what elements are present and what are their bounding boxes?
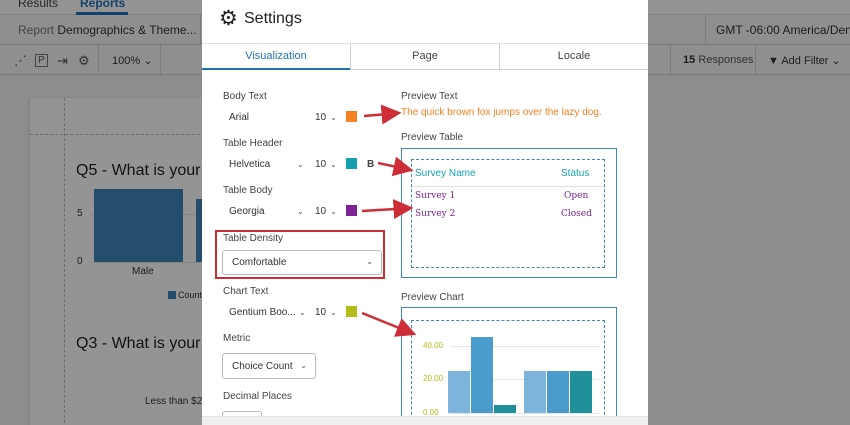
chevron-down-icon: ⌄ — [297, 207, 304, 216]
chart-bar — [547, 371, 569, 413]
table-body-size-select[interactable]: 10 ⌄ — [315, 206, 337, 217]
preview-table-cell: Closed — [561, 209, 592, 219]
body-text-font-select[interactable]: Arial — [229, 112, 299, 123]
chevron-down-icon: ⌄ — [297, 160, 304, 169]
callout-arrow — [363, 104, 402, 125]
preview-table-header: Status — [561, 168, 590, 179]
preview-text-label: Preview Text — [401, 91, 458, 102]
chevron-down-icon: ⌄ — [366, 257, 373, 266]
chart-text-label: Chart Text — [223, 286, 269, 297]
modal-title: Settings — [244, 10, 302, 27]
chart-text-size-select[interactable]: 10 ⌄ — [315, 307, 337, 318]
settings-modal: ⚙ Settings Visualization Page Locale Bod… — [202, 0, 648, 425]
settings-tabs: Visualization Page Locale — [202, 44, 648, 70]
tab-page[interactable]: Page — [351, 44, 499, 70]
preview-table-cell: Open — [564, 191, 589, 201]
modal-header: ⚙ Settings — [202, 0, 648, 44]
preview-table: Survey Name Status Survey 1 Open Survey … — [401, 148, 617, 278]
chevron-down-icon: ⌄ — [330, 113, 337, 122]
preview-chart-label: Preview Chart — [401, 292, 464, 303]
tab-locale[interactable]: Locale — [500, 44, 648, 70]
table-header-label: Table Header — [223, 138, 283, 149]
chevron-down-icon: ⌄ — [330, 308, 337, 317]
chart-y-tick-label: 40.00 — [423, 340, 444, 350]
metric-label: Metric — [223, 333, 251, 344]
chart-gridline — [450, 413, 600, 414]
table-header-font-select[interactable]: Helvetica ⌄ — [229, 159, 304, 170]
table-density-select[interactable]: Comfortable ⌄ — [222, 250, 382, 275]
table-density-value: Comfortable — [232, 257, 287, 268]
metric-value: Choice Count — [232, 361, 293, 372]
table-body-font-select[interactable]: Georgia ⌄ — [229, 206, 304, 217]
chart-bar — [471, 337, 493, 413]
chart-bar — [570, 371, 592, 413]
preview-chart: 0.0020.0040.00Group 1Group 2 — [401, 307, 617, 425]
table-body-color-swatch[interactable] — [346, 205, 357, 216]
chart-text-font-select[interactable]: Gentium Boo... ⌄ — [229, 307, 307, 318]
body-text-label: Body Text — [223, 91, 267, 102]
body-text-size-select[interactable]: 10 ⌄ — [315, 112, 337, 123]
body-text-color-swatch[interactable] — [346, 111, 357, 122]
chevron-down-icon: ⌄ — [299, 308, 306, 317]
chart-bar — [448, 371, 470, 413]
divider — [412, 186, 604, 187]
chevron-down-icon: ⌄ — [300, 361, 307, 370]
chart-y-tick-label: 20.00 — [423, 374, 444, 384]
preview-table-header: Survey Name — [415, 168, 476, 179]
table-body-label: Table Body — [223, 185, 273, 196]
bold-toggle[interactable]: B — [367, 159, 374, 170]
chevron-down-icon: ⌄ — [330, 160, 337, 169]
metric-select[interactable]: Choice Count ⌄ — [222, 353, 316, 379]
table-density-label: Table Density — [223, 233, 284, 244]
chart-text-color-swatch[interactable] — [346, 306, 357, 317]
tab-visualization[interactable]: Visualization — [202, 44, 350, 70]
chart-bar — [524, 371, 546, 413]
decimal-places-label: Decimal Places — [223, 391, 292, 402]
preview-text-sample: The quick brown fox jumps over the lazy … — [401, 107, 602, 118]
table-header-size-select[interactable]: 10 ⌄ — [315, 159, 337, 170]
preview-table-cell: Survey 1 — [415, 191, 456, 201]
chart-bar — [494, 404, 516, 413]
preview-table-cell: Survey 2 — [415, 209, 456, 219]
gear-icon: ⚙ — [219, 7, 238, 30]
preview-table-label: Preview Table — [401, 132, 464, 143]
chevron-down-icon: ⌄ — [330, 207, 337, 216]
table-header-color-swatch[interactable] — [346, 158, 357, 169]
preview-table-inner: Survey Name Status Survey 1 Open Survey … — [411, 159, 605, 268]
modal-footer — [202, 416, 648, 425]
preview-chart-inner: 0.0020.0040.00Group 1Group 2 — [411, 320, 605, 425]
